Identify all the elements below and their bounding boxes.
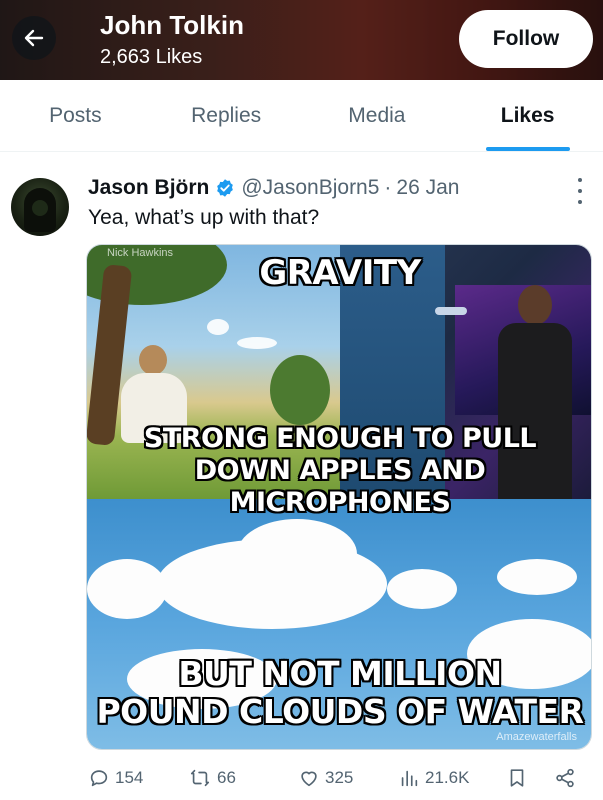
avatar-face [32, 200, 48, 216]
like-count: 325 [325, 768, 354, 787]
tab-replies[interactable]: Replies [151, 80, 302, 151]
small-cloud [237, 337, 277, 349]
cloud [497, 559, 577, 595]
meme-caption-line: BUT NOT MILLION [178, 654, 502, 693]
author-name[interactable]: Jason Björn [88, 176, 209, 200]
reply-icon [90, 770, 108, 787]
avatar[interactable] [11, 178, 69, 236]
tab-likes[interactable]: Likes [452, 80, 603, 151]
meme-caption-line: STRONG ENOUGH TO PULL [143, 423, 537, 454]
bookmark-icon [510, 769, 524, 787]
meme-title: GRAVITY [259, 253, 421, 293]
repost-count: 66 [217, 768, 236, 787]
reply-button[interactable]: 154 [88, 767, 143, 789]
likes-count: 2,663 Likes [100, 46, 203, 68]
profile-header: John Tolkin 2,663 Likes Follow [0, 0, 603, 80]
arrow-left-icon [24, 29, 44, 47]
meme-watermark-bottom: Amazewaterfalls [496, 731, 577, 743]
post-actions: 154 66 325 21.6K [88, 763, 588, 793]
repost-button[interactable]: 66 [188, 767, 236, 789]
share-button[interactable] [554, 767, 576, 789]
like-icon [301, 771, 317, 787]
follow-button[interactable]: Follow [459, 10, 593, 68]
share-icon [556, 768, 574, 788]
bush [270, 355, 330, 425]
meme-caption-line: POUND CLOUDS OF WATER [96, 692, 584, 731]
reply-count: 154 [115, 768, 144, 787]
meme-caption-line: DOWN APPLES AND MICROPHONES [194, 455, 486, 518]
post-date[interactable]: 26 Jan [396, 176, 459, 200]
views-button[interactable]: 21.6K [398, 767, 469, 789]
repost-icon [190, 769, 210, 787]
back-button[interactable] [12, 16, 56, 60]
separator-dot: · [384, 176, 392, 199]
cloud [237, 519, 357, 589]
header-title-block: John Tolkin 2,663 Likes [100, 10, 244, 70]
tab-label: Replies [191, 103, 262, 127]
active-tab-indicator [485, 147, 570, 151]
profile-tabs: Posts Replies Media Likes [0, 80, 603, 152]
verified-badge-icon [215, 178, 235, 198]
post-text: Yea, what’s up with that? [88, 206, 320, 229]
cloud [387, 569, 457, 609]
post-image[interactable]: Nick Hawkins GRAVITY STRONG ENOUGH TO PU… [86, 244, 592, 750]
bookmark-button[interactable] [506, 767, 528, 789]
post[interactable]: Jason Björn @JasonBjorn5 · 26 Jan Yea, w… [0, 158, 603, 800]
more-dots-icon[interactable] [575, 178, 585, 204]
tab-label: Likes [500, 103, 555, 127]
author-handle[interactable]: @JasonBjorn5 [241, 176, 379, 200]
tab-media[interactable]: Media [302, 80, 453, 151]
microphone [435, 307, 467, 315]
tab-label: Media [348, 103, 406, 127]
meme-caption-bottom: BUT NOT MILLION POUND CLOUDS OF WATER [87, 654, 591, 731]
post-header: Jason Björn @JasonBjorn5 · 26 Jan [88, 174, 459, 202]
tab-label: Posts [49, 103, 102, 127]
views-icon [401, 770, 418, 787]
meme-caption-top: STRONG ENOUGH TO PULL DOWN APPLES AND MI… [87, 423, 591, 519]
cloud [87, 559, 167, 619]
views-count: 21.6K [425, 768, 470, 787]
tab-posts[interactable]: Posts [0, 80, 151, 151]
small-cloud [207, 319, 229, 335]
profile-name: John Tolkin [100, 10, 244, 40]
like-button[interactable]: 325 [298, 767, 353, 789]
